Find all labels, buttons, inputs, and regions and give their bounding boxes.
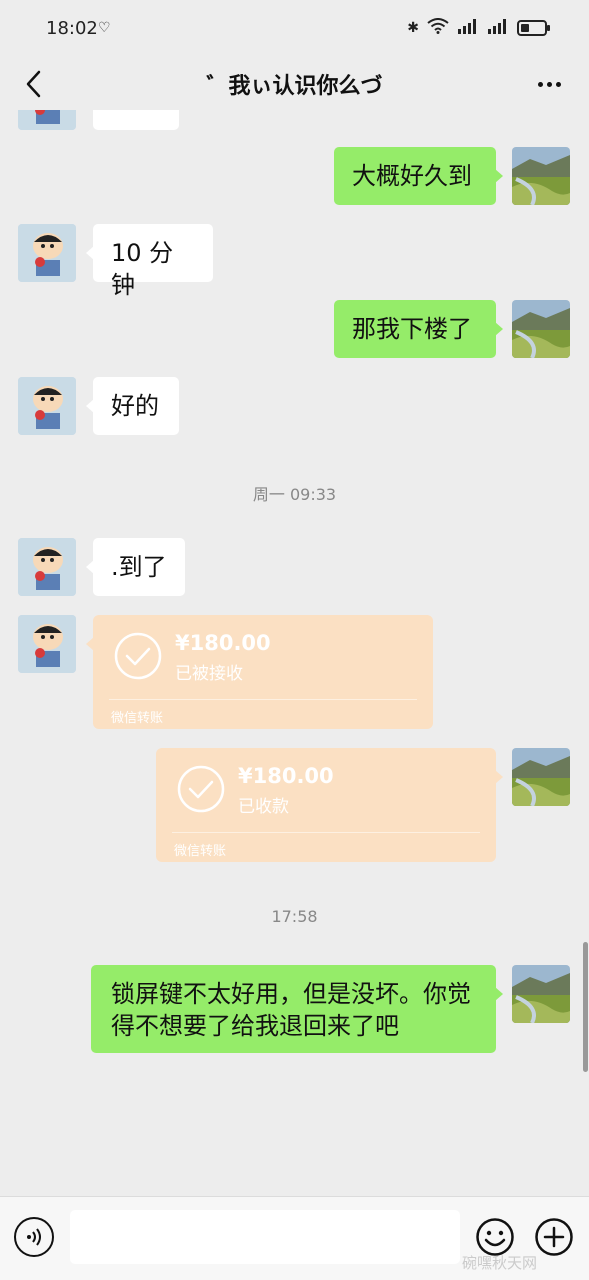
message-text: 10 分钟 xyxy=(111,239,174,299)
signal-icon xyxy=(457,18,479,38)
wifi-icon xyxy=(427,18,449,38)
transfer-status: 已收款 xyxy=(238,797,289,817)
contact-avatar[interactable] xyxy=(18,224,76,282)
more-options-button[interactable] xyxy=(533,66,565,102)
check-circle-icon xyxy=(177,765,225,813)
message-bubble[interactable]: 好的 xyxy=(86,377,179,435)
voice-icon xyxy=(27,1228,41,1246)
message-bubble[interactable]: 锁屏键不太好用，但是没坏。你觉 得不想要了给我退回来了吧 xyxy=(91,965,503,1053)
chat-area[interactable]: 大概好久到 10 分钟 那我下楼了 好的 周一 09:33 .到了 ¥180.0… xyxy=(0,110,589,1196)
divider xyxy=(172,832,480,833)
timestamp: 周一 09:33 xyxy=(252,485,337,504)
message-bubble[interactable]: 大概好久到 xyxy=(334,147,503,205)
message-text: 得不想要了给我退回来了吧 xyxy=(111,1012,399,1040)
divider xyxy=(109,699,417,700)
contact-avatar[interactable] xyxy=(18,110,76,130)
contact-avatar[interactable] xyxy=(18,377,76,435)
status-icons: ✱ xyxy=(407,18,550,38)
self-avatar[interactable] xyxy=(512,147,570,205)
message-bubble[interactable] xyxy=(93,110,179,130)
transfer-label: 微信转账 xyxy=(111,711,164,726)
signal-icon-2 xyxy=(487,18,509,38)
transfer-card[interactable]: ¥180.00 已收款 微信转账 xyxy=(156,748,503,862)
more-dot xyxy=(555,81,561,87)
self-avatar[interactable] xyxy=(512,965,570,1023)
transfer-label: 微信转账 xyxy=(174,844,227,859)
more-dot xyxy=(537,81,543,87)
self-avatar[interactable] xyxy=(512,748,570,806)
more-functions-button[interactable] xyxy=(534,1217,574,1257)
transfer-card[interactable]: ¥180.00 已被接收 微信转账 xyxy=(86,615,433,729)
battery-icon xyxy=(517,20,550,36)
check-circle-icon xyxy=(114,632,162,680)
chat-title: ゛我ぃ认识你么づ xyxy=(206,74,383,99)
message-bubble[interactable]: 那我下楼了 xyxy=(334,300,503,358)
message-text: 大概好久到 xyxy=(352,162,472,190)
emoji-button[interactable] xyxy=(475,1217,515,1257)
scrollbar[interactable] xyxy=(583,942,588,1072)
message-text: 好的 xyxy=(111,392,159,420)
contact-avatar[interactable] xyxy=(18,538,76,596)
bluetooth-icon: ✱ xyxy=(407,20,419,36)
title-bar: ゛我ぃ认识你么づ xyxy=(0,58,589,110)
message-bubble[interactable]: 10 分钟 xyxy=(86,224,213,299)
transfer-amount: ¥180.00 xyxy=(238,764,334,788)
voice-button[interactable] xyxy=(14,1217,54,1257)
self-avatar[interactable] xyxy=(512,300,570,358)
message-text: 锁屏键不太好用，但是没坏。你觉 xyxy=(111,980,471,1008)
heart-rate-icon: ♡ xyxy=(98,20,111,36)
contact-avatar[interactable] xyxy=(18,615,76,673)
message-text: .到了 xyxy=(111,553,167,581)
message-text: 那我下楼了 xyxy=(352,315,472,343)
smiley-icon xyxy=(476,1218,514,1256)
plus-icon xyxy=(535,1218,573,1256)
timestamp: 17:58 xyxy=(271,907,318,926)
status-bar: 18:02 ♡ ✱ xyxy=(0,0,589,58)
transfer-amount: ¥180.00 xyxy=(175,631,271,655)
message-input[interactable] xyxy=(70,1210,460,1264)
watermark: 碗嘿秋天网 xyxy=(462,1254,538,1272)
transfer-status: 已被接收 xyxy=(175,664,243,684)
message-bubble[interactable]: .到了 xyxy=(86,538,185,596)
more-dot xyxy=(546,81,552,87)
status-time: 18:02 xyxy=(46,18,98,39)
